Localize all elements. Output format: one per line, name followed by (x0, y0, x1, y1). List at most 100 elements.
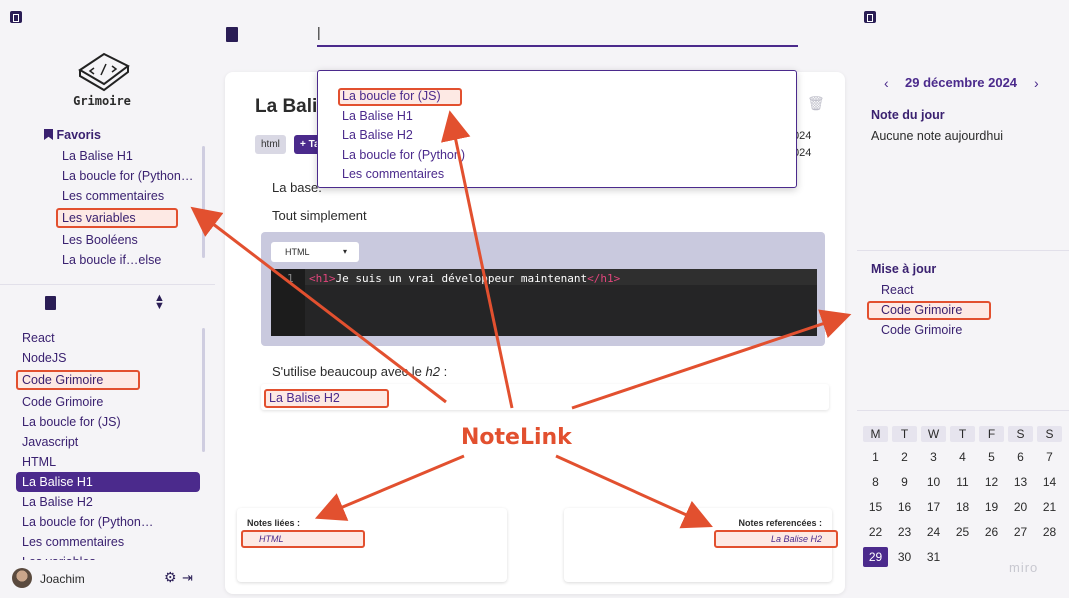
calendar-day[interactable]: 14 (1037, 472, 1062, 492)
calendar-day[interactable]: 16 (892, 497, 917, 517)
calendar-day[interactable]: 9 (892, 472, 917, 492)
next-day-icon[interactable]: › (1034, 75, 1039, 91)
note-title[interactable]: La Bali (255, 96, 317, 118)
calendar-day[interactable]: 13 (1008, 472, 1033, 492)
linked-note-link[interactable]: HTML (241, 530, 365, 548)
favorite-item[interactable]: Les commentaires (56, 186, 200, 206)
linked-notes-box: Notes liées : HTML (237, 508, 507, 582)
dropdown-item[interactable]: La Balise H1 (318, 107, 796, 127)
favorite-item[interactable]: Les variables (56, 208, 178, 228)
code-editor[interactable]: 1 <h1>Je suis un vrai développeur mainte… (271, 269, 817, 336)
update-item[interactable]: Code Grimoire (881, 320, 962, 340)
code-language-select[interactable]: HTML ▾ (271, 242, 359, 262)
dropdown-item[interactable]: La Balise H2 (318, 126, 796, 146)
user-name: Joachim (40, 572, 85, 586)
calendar-day[interactable]: 21 (1037, 497, 1062, 517)
collapse-right-icon[interactable] (864, 11, 876, 23)
weekday: F (979, 426, 1004, 442)
search-input[interactable]: | (317, 24, 798, 47)
trash-icon[interactable]: 🗑 (807, 95, 825, 112)
calendar-day[interactable]: 18 (950, 497, 975, 517)
referenced-notes-box: Notes referencées : La Balise H2 (564, 508, 838, 582)
calendar-day[interactable]: 27 (1008, 522, 1033, 542)
calendar-day[interactable]: 6 (1008, 447, 1033, 467)
note-item[interactable]: La boucle for (Python… (16, 512, 200, 532)
calendar-day[interactable]: 3 (921, 447, 946, 467)
calendar-day[interactable]: 30 (892, 547, 917, 567)
logout-icon[interactable]: ⇥ (182, 570, 193, 586)
note-item[interactable]: La boucle for (JS) (16, 412, 200, 432)
app-name: Grimoire (73, 94, 131, 108)
note-item[interactable]: NodeJS (16, 348, 200, 368)
calendar-day[interactable]: 2 (892, 447, 917, 467)
divider (0, 284, 215, 285)
note-item[interactable]: Les variables (16, 552, 200, 560)
note-item[interactable]: Code Grimoire (16, 392, 200, 412)
calendar-day[interactable]: 7 (1037, 447, 1062, 467)
calendar-day[interactable]: 31 (921, 547, 946, 567)
note-item[interactable]: Javascript (16, 432, 200, 452)
dropdown-item[interactable]: La boucle for (Python) (318, 146, 796, 166)
gear-icon[interactable]: ⚙ (164, 569, 177, 586)
note-item[interactable]: Les commentaires (16, 532, 200, 552)
update-item[interactable]: Code Grimoire (867, 301, 991, 320)
calendar-week: 15 16 17 18 19 20 21 (863, 497, 1067, 517)
favorite-item[interactable]: La boucle if…else (56, 250, 200, 270)
search-dropdown: La boucle for (JS) La Balise H1 La Balis… (317, 70, 797, 188)
prev-day-icon[interactable]: ‹ (884, 75, 889, 91)
weekday: T (892, 426, 917, 442)
calendar-day[interactable]: 17 (921, 497, 946, 517)
note-item[interactable]: Code Grimoire (16, 370, 140, 390)
calendar-day[interactable]: 25 (950, 522, 975, 542)
calendar-day[interactable]: 19 (979, 497, 1004, 517)
calendar-day[interactable]: 22 (863, 522, 888, 542)
new-note-icon[interactable] (45, 296, 56, 310)
calendar-day[interactable]: 1 (863, 447, 888, 467)
text-line[interactable]: S'utilise beaucoup avec le h2 : (272, 364, 447, 379)
code-text: Je suis un vrai développeur maintenant (335, 272, 588, 285)
notes-scrollbar[interactable] (202, 328, 205, 452)
calendar-day[interactable]: 5 (979, 447, 1004, 467)
tag-badge[interactable]: html (255, 135, 286, 154)
notes-list: React NodeJS Code Grimoire Code Grimoire… (16, 328, 200, 560)
favorite-item[interactable]: La Balise H1 (56, 146, 200, 166)
dropdown-item[interactable]: Les commentaires (318, 165, 796, 185)
calendar-day[interactable]: 4 (950, 447, 975, 467)
calendar-day[interactable]: 8 (863, 472, 888, 492)
favorite-item[interactable]: Les Booléens (56, 230, 200, 250)
code-language-value: HTML (285, 247, 310, 257)
calendar-day[interactable]: 10 (921, 472, 946, 492)
sort-icon[interactable]: ▲ ▼ (154, 293, 165, 312)
calendar-day-selected[interactable]: 29 (863, 547, 888, 567)
note-item-active[interactable]: La Balise H1 (16, 472, 200, 492)
calendar-day[interactable]: 11 (950, 472, 975, 492)
dropdown-item[interactable]: La boucle for (JS) (318, 87, 796, 107)
calendar-day (979, 547, 1004, 567)
text-suffix: : (440, 364, 448, 379)
new-note-top-icon[interactable] (226, 27, 238, 42)
calendar-day[interactable]: 12 (979, 472, 1004, 492)
current-date: 29 décembre 2024 (905, 75, 1018, 90)
calendar-day[interactable]: 20 (1008, 497, 1033, 517)
text-line[interactable]: La base. (272, 180, 322, 195)
favorites-header: Favoris (44, 128, 101, 142)
note-item[interactable]: La Balise H2 (16, 492, 200, 512)
calendar-day[interactable]: 26 (979, 522, 1004, 542)
favorite-item[interactable]: La boucle for (Python… (56, 166, 200, 186)
calendar-day[interactable]: 28 (1037, 522, 1062, 542)
update-item[interactable]: React (881, 280, 914, 300)
referenced-note-link[interactable]: La Balise H2 (714, 530, 838, 548)
collapse-left-icon[interactable] (10, 11, 22, 23)
calendar-day[interactable]: 15 (863, 497, 888, 517)
note-item[interactable]: HTML (16, 452, 200, 472)
weekday: S (1008, 426, 1033, 442)
text-line[interactable]: Tout simplement (272, 208, 367, 223)
favorites-scrollbar[interactable] (202, 146, 205, 258)
calendar-grid: 1 2 3 4 5 6 7 8 9 10 11 12 13 14 15 16 17 18 19 20 21 22 23 24 2… (863, 447, 1067, 567)
avatar[interactable] (12, 568, 32, 588)
calendar-day[interactable]: 24 (921, 522, 946, 542)
note-item[interactable]: React (16, 328, 200, 348)
note-link[interactable]: La Balise H2 (264, 389, 389, 408)
favorites-list: La Balise H1 La boucle for (Python… Les … (56, 146, 200, 270)
calendar-day[interactable]: 23 (892, 522, 917, 542)
